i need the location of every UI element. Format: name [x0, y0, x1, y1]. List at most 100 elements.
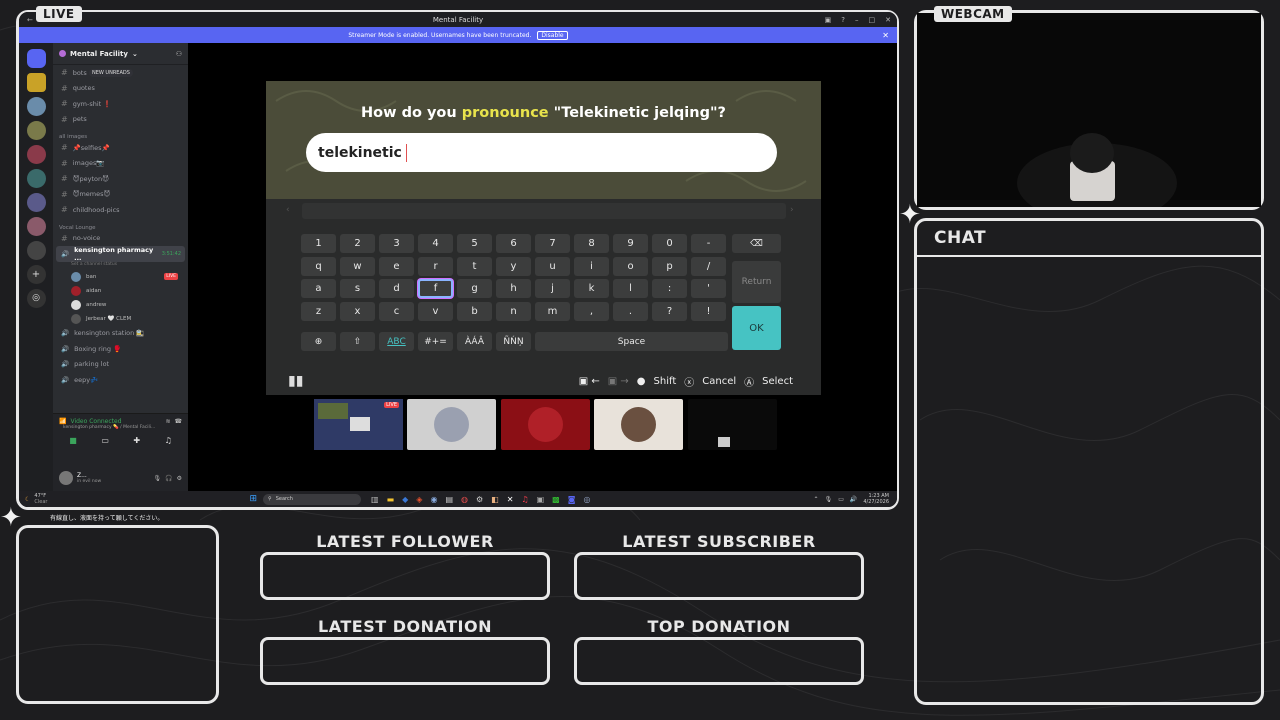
key-row1-9[interactable]: 0 — [652, 234, 687, 253]
key-row2-8[interactable]: o — [613, 256, 648, 276]
channel-item[interactable]: # childhood-pics — [53, 202, 188, 218]
participant-tile[interactable] — [688, 399, 777, 450]
disable-button[interactable]: Disable — [537, 30, 568, 40]
answer-input[interactable]: telekinetic — [306, 133, 777, 172]
back-icon[interactable]: ← — [27, 16, 33, 24]
voice-channel[interactable]: 🔊 kensington station 🚉 — [53, 326, 188, 342]
inbox-icon[interactable]: ▣ — [825, 16, 832, 24]
key-row4-7[interactable]: , — [574, 301, 609, 321]
mode-accent1-key[interactable]: ÀÁÂ — [457, 332, 492, 351]
steam-icon[interactable]: ◉ — [430, 495, 437, 504]
game-screen[interactable]: How do you pronounce "Telekinetic jelqin… — [266, 81, 821, 395]
key-row3-1[interactable]: s — [340, 279, 375, 298]
prev-page-icon[interactable]: ‹ — [286, 205, 290, 215]
key-row3-2[interactable]: d — [379, 279, 414, 298]
key-row4-2[interactable]: c — [379, 301, 414, 321]
server-icon[interactable] — [26, 241, 46, 260]
return-key[interactable]: Return — [732, 261, 781, 303]
soundboard-icon[interactable]: ♫ — [165, 436, 172, 445]
key-row4-5[interactable]: n — [496, 301, 531, 321]
server-icon[interactable] — [26, 97, 46, 116]
key-row3-5[interactable]: h — [496, 279, 531, 298]
tray-mic-icon[interactable]: 🎙 — [825, 496, 833, 503]
windows-start-icon[interactable]: ⊞ — [249, 494, 257, 504]
maximize-icon[interactable]: □ — [869, 16, 876, 24]
add-member-icon[interactable]: ⚇ — [176, 50, 182, 58]
server-header[interactable]: Mental Facility ⌄ ⚇ — [53, 43, 188, 65]
channel-item[interactable]: # images📷 — [53, 156, 188, 172]
discord-home-icon[interactable] — [26, 49, 46, 68]
app-icon[interactable]: ▣ — [537, 495, 545, 504]
key-row3-0[interactable]: a — [301, 279, 336, 298]
channel-item[interactable]: # bots NEW UNREADS — [53, 65, 188, 81]
ok-key[interactable]: OK — [732, 306, 781, 350]
space-key[interactable]: Space — [535, 332, 728, 351]
key-row1-2[interactable]: 3 — [379, 234, 414, 253]
key-row4-1[interactable]: x — [340, 301, 375, 321]
key-row3-10[interactable]: ' — [691, 279, 726, 298]
key-row4-10[interactable]: ! — [691, 301, 726, 321]
voice-user[interactable]: ban LIVE — [53, 270, 188, 284]
steam-taskbar-icon[interactable]: ◎ — [583, 495, 590, 504]
key-row4-6[interactable]: m — [535, 301, 570, 321]
app-icon[interactable]: ◧ — [491, 495, 499, 504]
voice-user[interactable]: aidan — [53, 284, 188, 298]
server-icon[interactable] — [26, 193, 46, 212]
mode-sym-key[interactable]: #+= — [418, 332, 453, 351]
activities-icon[interactable]: ✚ — [133, 436, 140, 445]
mode-accent2-key[interactable]: ÑŃŅ — [496, 332, 531, 351]
key-row3-8[interactable]: l — [613, 279, 648, 298]
key-row4-8[interactable]: . — [613, 301, 648, 321]
signal-icon[interactable]: 📶 — [59, 418, 66, 425]
banner-close-icon[interactable]: ✕ — [882, 31, 889, 40]
globe-key[interactable]: ⊕ — [301, 332, 336, 351]
shift-key[interactable]: ⇧ — [340, 332, 375, 351]
voice-channel[interactable]: 🔊 parking lot — [53, 357, 188, 373]
folder-icon[interactable] — [26, 73, 46, 92]
headset-icon[interactable]: 🎧 — [165, 475, 172, 482]
music-icon[interactable]: ♫ — [521, 495, 528, 504]
tray-chevron-icon[interactable]: ⌃ — [814, 496, 819, 503]
app-icon[interactable]: ⚙ — [476, 495, 483, 504]
participant-tile[interactable] — [407, 399, 496, 450]
file-explorer-icon[interactable]: ▬ — [387, 495, 395, 504]
key-row3-3[interactable]: f — [418, 279, 453, 298]
channel-item[interactable]: # 📌selfies📌 — [53, 140, 188, 156]
key-row2-2[interactable]: e — [379, 256, 414, 276]
key-row3-6[interactable]: j — [535, 279, 570, 298]
taskbar-search[interactable]: ⚲ Search — [263, 493, 362, 505]
server-icon[interactable] — [26, 169, 46, 188]
next-page-icon[interactable]: › — [790, 205, 794, 215]
help-icon[interactable]: ? — [841, 16, 845, 24]
voice-user[interactable]: andrew — [53, 298, 188, 312]
key-row2-5[interactable]: y — [496, 256, 531, 276]
stream-thumbnail[interactable]: LIVE — [314, 399, 403, 450]
discord-taskbar-icon[interactable]: ◙ — [568, 495, 576, 504]
key-row1-4[interactable]: 5 — [457, 234, 492, 253]
app-icon[interactable]: ◆ — [402, 495, 408, 504]
channel-item[interactable]: # no-voice — [53, 231, 188, 247]
task-view-icon[interactable]: ▥ — [371, 495, 379, 504]
channel-item[interactable]: # 😈memes😈 — [53, 187, 188, 203]
discover-icon[interactable]: ◎ — [26, 289, 46, 308]
key-row2-3[interactable]: r — [418, 256, 453, 276]
tray-network-icon[interactable]: ▭ — [838, 496, 844, 503]
server-icon[interactable] — [26, 121, 46, 140]
key-row1-0[interactable]: 1 — [301, 234, 336, 253]
key-row2-9[interactable]: p — [652, 256, 687, 276]
key-row1-3[interactable]: 4 — [418, 234, 453, 253]
participant-tile[interactable] — [501, 399, 590, 450]
close-icon[interactable]: ✕ — [885, 16, 891, 24]
key-row4-9[interactable]: ? — [652, 301, 687, 321]
cancel-hint[interactable]: Cancel — [702, 376, 736, 387]
camera-icon[interactable]: ■ — [69, 436, 77, 445]
key-row2-0[interactable]: q — [301, 256, 336, 276]
channel-item[interactable]: # pets — [53, 112, 188, 128]
channel-item[interactable]: # 😈peyton😈 — [53, 171, 188, 187]
key-row4-4[interactable]: b — [457, 301, 492, 321]
server-icon[interactable] — [26, 145, 46, 164]
minimize-icon[interactable]: – — [855, 16, 859, 24]
new-unreads-pill[interactable]: NEW UNREADS — [89, 68, 133, 77]
key-row2-7[interactable]: i — [574, 256, 609, 276]
key-row1-6[interactable]: 7 — [535, 234, 570, 253]
